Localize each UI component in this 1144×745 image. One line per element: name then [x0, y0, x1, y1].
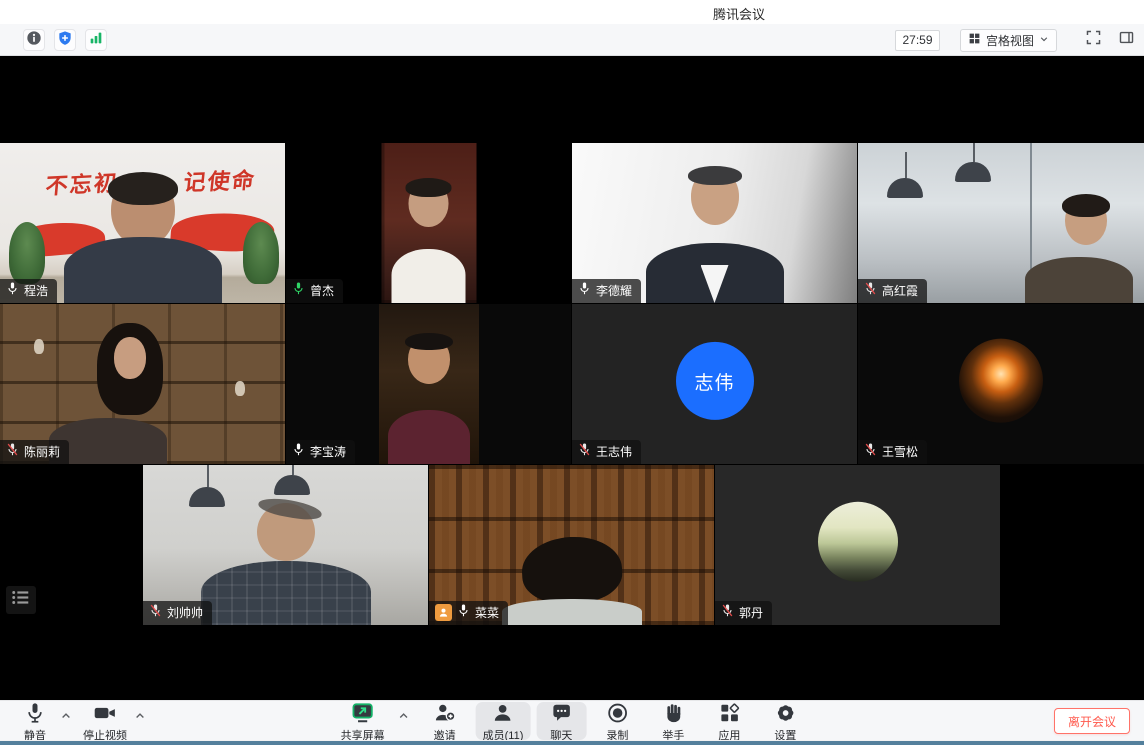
invite-person-icon — [434, 702, 456, 729]
avatar-initials: 志伟 — [676, 342, 754, 420]
title-bar: 腾讯会议 — [0, 0, 1144, 24]
mic-on-icon — [292, 442, 305, 461]
grid-view-icon — [968, 32, 981, 48]
chat-bubble-icon — [550, 702, 572, 729]
video-grid: 不忘初 记使命 程浩 曾杰 — [0, 56, 1144, 700]
members-icon — [492, 702, 514, 729]
apps-grid-icon — [718, 702, 740, 729]
mic-muted-icon — [578, 442, 591, 461]
participant-name-tag: 陈丽莉 — [0, 440, 69, 464]
apps-button[interactable]: 应用 — [704, 702, 754, 740]
chevron-down-icon — [1039, 33, 1049, 47]
side-panel-button[interactable] — [1116, 30, 1136, 50]
security-button[interactable] — [54, 29, 76, 51]
video-tile-liushuaishuai[interactable]: 刘帅帅 — [143, 465, 428, 625]
participant-name-tag: 程浩 — [0, 279, 57, 303]
microphone-icon — [25, 702, 45, 729]
video-tile-chenlili[interactable]: 陈丽莉 — [0, 304, 285, 464]
network-status-button[interactable] — [85, 29, 107, 51]
avatar-photo — [818, 502, 898, 582]
mic-options-chevron[interactable] — [58, 697, 74, 735]
participant-name-tag: 高红霞 — [858, 279, 927, 303]
participant-name-tag: 曾杰 — [286, 279, 343, 303]
participant-name-tag: 王志伟 — [572, 440, 641, 464]
view-mode-label: 宫格视图 — [986, 32, 1034, 49]
host-badge-icon — [435, 604, 452, 621]
shield-icon — [57, 30, 73, 51]
mic-muted-icon — [6, 442, 19, 461]
list-icon — [11, 589, 31, 611]
share-options-chevron[interactable] — [396, 697, 412, 735]
mic-muted-icon — [864, 442, 877, 461]
record-button[interactable]: 录制 — [592, 702, 642, 740]
video-tile-gaohongxia[interactable]: 高红霞 — [858, 143, 1144, 303]
share-screen-icon — [351, 702, 375, 729]
mic-muted-icon — [864, 281, 877, 300]
share-screen-button[interactable]: 共享屏幕 — [334, 702, 392, 740]
participant-name-tag: 刘帅帅 — [143, 601, 212, 625]
participant-name-tag: 郭丹 — [715, 601, 772, 625]
leave-meeting-button[interactable]: 离开会议 — [1054, 708, 1130, 734]
wall-slogan-right: 记使命 — [183, 163, 259, 197]
taskbar-edge — [0, 740, 1144, 745]
panel-icon — [1118, 29, 1135, 51]
window-title: 腾讯会议 — [713, 4, 765, 23]
mic-speaking-icon — [292, 281, 305, 300]
video-tile-libaotao[interactable]: 李宝涛 — [286, 304, 571, 464]
fullscreen-icon — [1085, 29, 1102, 51]
bottom-toolbar: 静音 停止视频 共享屏幕 — [0, 700, 1144, 740]
caption-list-toggle[interactable] — [6, 586, 36, 614]
video-tile-wangzhiwei[interactable]: 志伟 王志伟 — [572, 304, 857, 464]
mute-button[interactable]: 静音 — [10, 702, 60, 740]
raise-hand-button[interactable]: 举手 — [648, 702, 698, 740]
settings-button[interactable]: 设置 — [760, 702, 810, 740]
video-tile-caicai[interactable]: 菜菜 — [429, 465, 714, 625]
video-tile-lideyao[interactable]: 李德耀 — [572, 143, 857, 303]
meeting-info-button[interactable] — [23, 29, 45, 51]
avatar-photo — [959, 339, 1043, 423]
meeting-timer: 27:59 — [895, 30, 940, 51]
stop-video-button[interactable]: 停止视频 — [76, 702, 134, 740]
video-tile-zengjie[interactable]: 曾杰 — [286, 143, 571, 303]
chat-button[interactable]: 聊天 — [536, 702, 586, 740]
participant-name-tag: 王雪松 — [858, 440, 927, 464]
mic-on-icon — [578, 281, 591, 300]
fullscreen-button[interactable] — [1083, 30, 1103, 50]
mic-muted-icon — [149, 603, 162, 622]
mic-on-icon — [6, 281, 19, 300]
participant-name-tag: 李德耀 — [572, 279, 641, 303]
camera-options-chevron[interactable] — [132, 697, 148, 735]
video-tile-wangxuesong[interactable]: 王雪松 — [858, 304, 1144, 464]
mic-muted-icon — [721, 603, 734, 622]
view-mode-selector[interactable]: 宫格视图 — [960, 29, 1057, 52]
mic-on-icon — [457, 603, 470, 622]
record-icon — [606, 702, 628, 729]
signal-icon — [88, 30, 104, 51]
raised-hand-icon — [662, 702, 684, 729]
top-toolbar: 27:59 宫格视图 — [0, 24, 1144, 56]
participant-name-tag: 菜菜 — [429, 601, 508, 625]
video-tile-guodan[interactable]: 郭丹 — [715, 465, 1000, 625]
info-icon — [26, 30, 42, 51]
meeting-window: 腾讯会议 27:59 — [0, 0, 1144, 745]
members-button[interactable]: 成员(11) — [476, 702, 531, 740]
gear-icon — [774, 702, 796, 729]
video-tile-chenghao[interactable]: 不忘初 记使命 程浩 — [0, 143, 285, 303]
camera-icon — [93, 702, 117, 729]
invite-button[interactable]: 邀请 — [420, 702, 470, 740]
participant-name-tag: 李宝涛 — [286, 440, 355, 464]
